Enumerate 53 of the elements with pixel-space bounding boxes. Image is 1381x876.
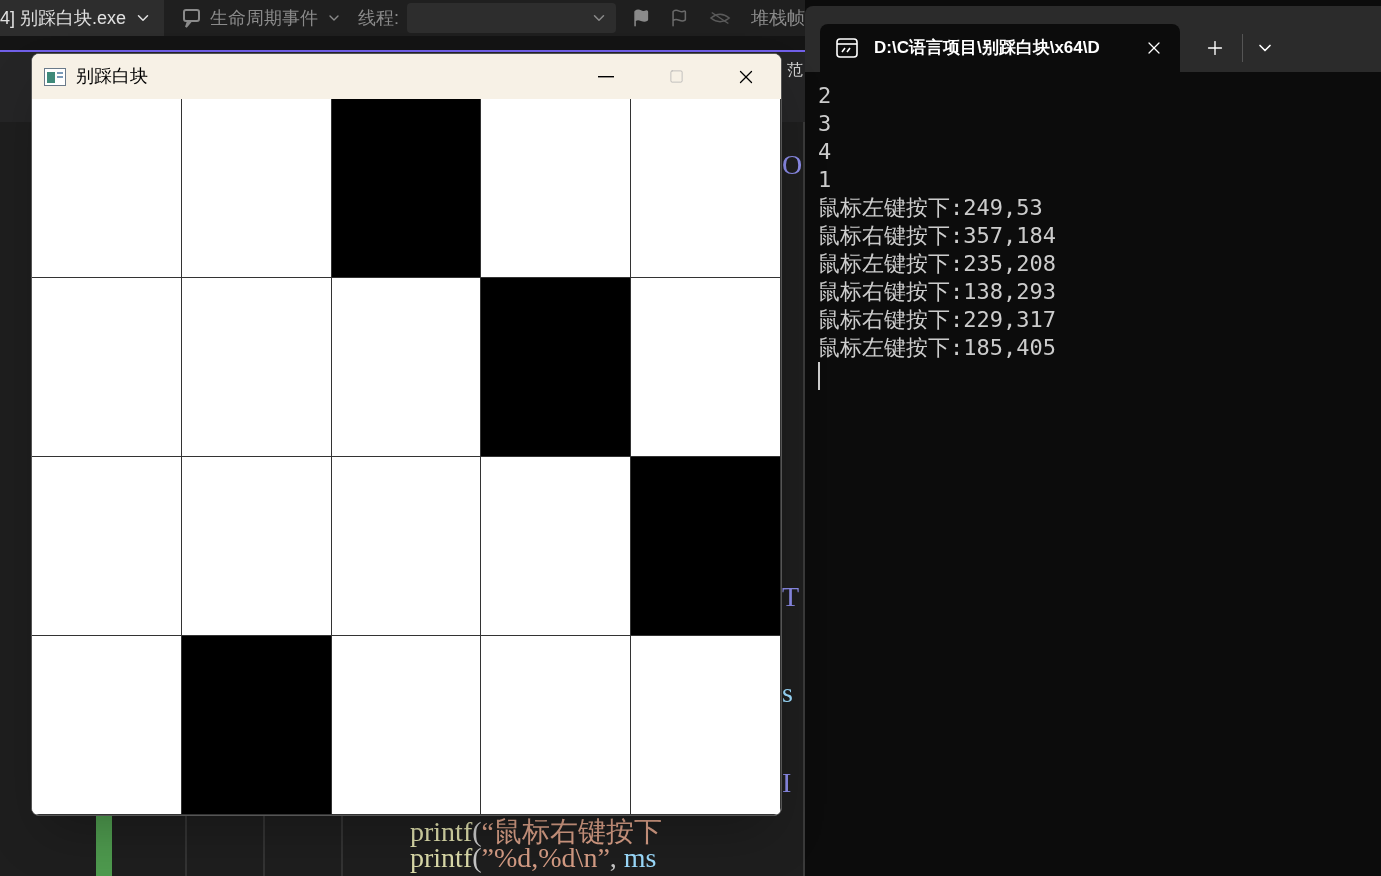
thread-label: 线程:: [358, 6, 400, 30]
text-cursor: [818, 362, 820, 390]
output-line: 鼠标左键按下:235,208: [818, 250, 1057, 278]
tile[interactable]: [631, 99, 781, 278]
output-line: 2: [818, 82, 833, 110]
eye-icon[interactable]: [708, 10, 731, 26]
tile[interactable]: [481, 457, 632, 636]
output-line: 4: [818, 138, 833, 166]
code-line: s: [782, 676, 793, 710]
output-line: 鼠标右键按下:138,293: [818, 278, 1057, 306]
tile[interactable]: [481, 278, 632, 457]
terminal-icon: [836, 38, 858, 58]
speech-bubble-icon: [180, 7, 203, 29]
output-line: 鼠标左键按下:185,405: [818, 334, 1057, 362]
code-line: T: [782, 580, 800, 614]
tile[interactable]: [32, 457, 182, 636]
window-title: 别踩白块: [76, 65, 148, 88]
code-line: O: [782, 148, 803, 182]
tile[interactable]: [32, 99, 182, 278]
minimize-icon: [598, 75, 614, 78]
output-line: 鼠标右键按下:229,317: [818, 306, 1057, 334]
document-tab[interactable]: 范: [787, 58, 803, 82]
output-line: 3: [818, 110, 833, 138]
tile[interactable]: [331, 636, 482, 815]
process-dropdown[interactable]: 4] 别踩白块.exe: [0, 0, 165, 36]
tile[interactable]: [631, 278, 781, 457]
lifecycle-dropdown[interactable]: 生命周期事件: [172, 4, 351, 32]
output-line: 1: [818, 166, 833, 194]
tile[interactable]: [631, 636, 781, 815]
tile[interactable]: [331, 99, 482, 278]
thread-dropdown[interactable]: [407, 3, 616, 33]
tile[interactable]: [181, 457, 332, 636]
tile[interactable]: [481, 99, 632, 278]
tile[interactable]: [181, 99, 332, 278]
tab-title: D:\C语言项目\别踩白块\x64\D: [874, 37, 1100, 60]
output-line: 鼠标右键按下:357,184: [818, 222, 1057, 250]
tile[interactable]: [331, 457, 482, 636]
tile[interactable]: [481, 636, 632, 815]
tile[interactable]: [32, 636, 182, 815]
tile[interactable]: [181, 636, 332, 815]
tile[interactable]: [32, 278, 182, 457]
app-icon: [44, 67, 66, 86]
flag-icon[interactable]: [670, 8, 689, 28]
maximize-icon: [668, 69, 684, 84]
code-line: printf(“鼠标右键按下: [410, 818, 662, 846]
flag-icon[interactable]: [632, 8, 651, 28]
terminal-tab[interactable]: D:\C语言项目\别踩白块\x64\D: [820, 24, 1180, 72]
stack-frame-label: 堆栈帧: [751, 6, 805, 30]
code-line: I: [782, 766, 792, 800]
tile[interactable]: [331, 278, 482, 457]
tile[interactable]: [631, 457, 781, 636]
tile[interactable]: [181, 278, 332, 457]
output-line: 鼠标左键按下:249,53: [818, 194, 1044, 222]
